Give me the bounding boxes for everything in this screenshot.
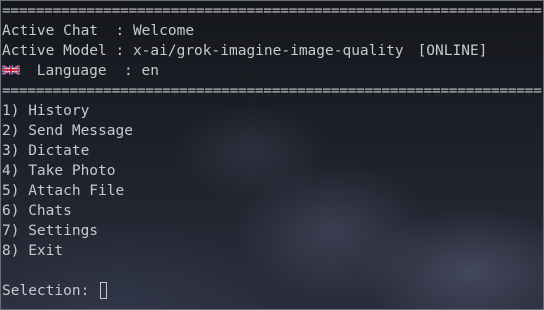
menu-item-label: Settings (28, 223, 99, 239)
active-chat-line: Active Chat : Welcome (2, 21, 542, 41)
language-value: en (141, 63, 159, 79)
uk-flag-icon (2, 65, 20, 75)
text-cursor (100, 282, 108, 299)
menu-item-label: Dictate (28, 143, 90, 159)
menu-item-number: 3) (2, 143, 20, 159)
menu-item-number: 4) (2, 163, 20, 179)
menu-item-settings[interactable]: 7) Settings (2, 221, 542, 241)
menu-item-label: History (28, 103, 90, 119)
active-model-label: Active Model : (2, 43, 133, 59)
menu-item-number: 1) (2, 103, 20, 119)
menu-item-label: Attach File (28, 183, 125, 199)
active-model-value: x-ai/grok-imagine-image-quality (132, 43, 404, 59)
menu-item-label: Take Photo (28, 163, 116, 179)
menu-item-number: 5) (2, 183, 20, 199)
active-chat-label: Active Chat : (2, 23, 133, 39)
terminal-screen: ========================================… (2, 1, 542, 301)
selection-label: Selection: (2, 283, 99, 299)
active-model-line: Active Model : x-ai/grok-imagine-image-q… (2, 41, 542, 61)
menu-item-take-photo[interactable]: 4) Take Photo (2, 161, 542, 181)
menu-item-label: Send Message (28, 123, 133, 139)
menu-item-number: 2) (2, 123, 20, 139)
separator-top: ========================================… (2, 3, 542, 19)
model-status-badge: [ONLINE] (417, 43, 488, 59)
menu-item-number: 7) (2, 223, 20, 239)
active-chat-value: Welcome (132, 23, 195, 39)
menu-item-label: Exit (28, 243, 64, 259)
menu-item-number: 6) (2, 203, 20, 219)
menu-item-number: 8) (2, 243, 20, 259)
menu-item-send-message[interactable]: 2) Send Message (2, 121, 542, 141)
terminal-window: ========================================… (0, 0, 544, 310)
menu-item-chats[interactable]: 6) Chats (2, 201, 542, 221)
menu-item-label: Chats (28, 203, 72, 219)
selection-prompt[interactable]: Selection: (2, 281, 542, 301)
menu-item-exit[interactable]: 8) Exit (2, 241, 542, 261)
menu-item-dictate[interactable]: 3) Dictate (2, 141, 542, 161)
language-label: Language : (28, 63, 142, 79)
separator-middle: ========================================… (2, 83, 542, 99)
menu-item-history[interactable]: 1) History (2, 101, 542, 121)
menu-item-attach-file[interactable]: 5) Attach File (2, 181, 542, 201)
language-line: Language : en (2, 61, 542, 81)
